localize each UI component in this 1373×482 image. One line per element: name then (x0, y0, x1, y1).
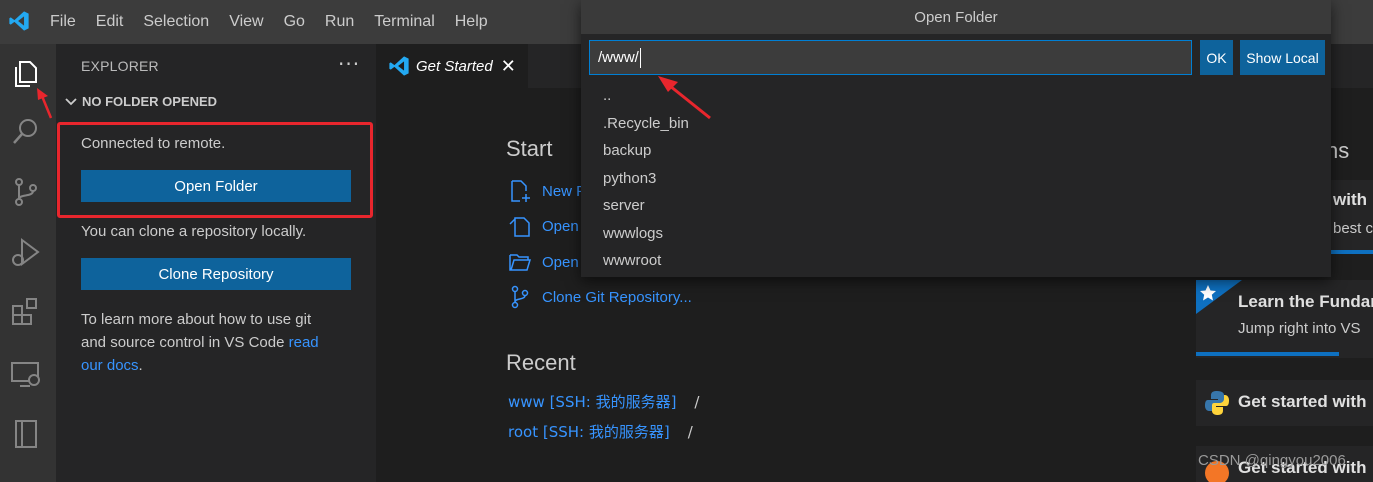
start-item-label: Clone Git Repository... (542, 288, 692, 306)
list-item[interactable]: server (581, 192, 1331, 220)
more-actions-icon[interactable]: ··· (338, 52, 360, 76)
list-item[interactable]: python3 (581, 165, 1331, 193)
clone-repository-button[interactable]: Clone Repository (81, 258, 351, 290)
extensions-icon[interactable] (8, 294, 44, 330)
ok-button[interactable]: OK (1200, 40, 1233, 75)
input-value: /www/ (598, 49, 639, 66)
python-icon (1205, 391, 1229, 415)
tab-label: Get Started (416, 57, 493, 75)
star-badge-icon (1196, 280, 1242, 314)
chevron-down-icon (65, 97, 77, 105)
recent-item[interactable]: root [SSH: 我的服务器] / (508, 421, 693, 442)
annotation-arrow-icon (658, 76, 711, 120)
folder-icon (509, 254, 532, 271)
recent-path: / (694, 393, 700, 411)
notebook-icon[interactable] (8, 416, 44, 452)
no-folder-section[interactable]: NO FOLDER OPENED (64, 94, 217, 109)
show-local-button[interactable]: Show Local (1240, 40, 1325, 75)
start-new-file[interactable]: New F (508, 178, 585, 204)
tab-get-started[interactable]: Get Started ✕ (376, 44, 528, 88)
menu-bar: File Edit Selection View Go Run Terminal… (40, 0, 498, 44)
text-cursor (639, 47, 641, 68)
walkthrough-desc: Jump right into VS (1238, 320, 1361, 337)
list-item[interactable]: backup (581, 137, 1331, 165)
recent-path: / (687, 423, 693, 441)
remote-explorer-icon[interactable] (8, 356, 44, 392)
annotation-arrow-icon (37, 88, 53, 119)
menu-selection[interactable]: Selection (133, 13, 219, 31)
start-item-label: New F (542, 182, 586, 200)
start-item-label: Open (542, 217, 579, 235)
dialog-title: Open Folder (581, 0, 1331, 34)
start-open-folder[interactable]: Open (508, 249, 579, 275)
list-item[interactable]: wwwlogs (581, 220, 1331, 248)
recent-name[interactable]: root [SSH: 我的服务器] (508, 423, 670, 441)
new-file-icon (511, 180, 530, 202)
read-link[interactable]: read (289, 334, 319, 351)
walkthrough-title: Get started with (1238, 392, 1367, 411)
menu-help[interactable]: Help (445, 13, 498, 31)
menu-view[interactable]: View (219, 13, 273, 31)
learn-more-text: To learn more about how to use git and s… (81, 308, 361, 377)
recent-item[interactable]: www [SSH: 我的服务器] / (508, 391, 699, 412)
menu-file[interactable]: File (40, 13, 86, 31)
start-open-file[interactable]: Open (508, 213, 579, 239)
walkthrough-desc: best c (1333, 220, 1373, 237)
learn-line-2: and source control in VS Code (81, 334, 289, 351)
section-label: NO FOLDER OPENED (82, 94, 218, 109)
run-debug-icon[interactable] (8, 234, 44, 270)
menu-terminal[interactable]: Terminal (364, 13, 444, 31)
menu-run[interactable]: Run (315, 13, 364, 31)
list-item[interactable]: wwwroot (581, 247, 1331, 275)
folder-path-input[interactable]: /www/ (589, 40, 1192, 75)
walkthrough-title: with (1333, 190, 1367, 209)
source-control-icon[interactable] (8, 174, 44, 210)
close-icon[interactable]: ✕ (501, 56, 516, 77)
vscode-logo-icon (9, 11, 29, 31)
walkthrough-title: Learn the Fundar (1238, 292, 1373, 311)
clone-text: You can clone a repository locally. (81, 223, 307, 240)
open-file-icon (509, 217, 530, 237)
start-clone-repo[interactable]: Clone Git Repository... (508, 284, 692, 310)
recent-name[interactable]: www [SSH: 我的服务器] (508, 393, 676, 411)
start-heading: Start (506, 136, 553, 161)
menu-edit[interactable]: Edit (86, 13, 134, 31)
annotation-box (57, 122, 373, 218)
walkthrough-card[interactable]: Get started with (1196, 380, 1373, 426)
explorer-sidebar: EXPLORER ··· NO FOLDER OPENED Connected … (56, 44, 376, 482)
watermark: CSDN @qingyou2006 (1198, 452, 1346, 469)
our-docs-link[interactable]: our docs (81, 357, 139, 374)
learn-line-1: To learn more about how to use git (81, 311, 312, 328)
menu-go[interactable]: Go (274, 13, 315, 31)
vscode-tab-icon (389, 56, 409, 76)
walkthrough-card[interactable]: Learn the Fundar Jump right into VS (1196, 280, 1373, 358)
git-branch-icon (511, 285, 529, 309)
open-folder-dialog: Open Folder /www/ OK Show Local .. .Recy… (581, 0, 1331, 277)
recent-heading: Recent (506, 350, 576, 375)
walkthrough-progress (1196, 352, 1339, 356)
explorer-title: EXPLORER (81, 58, 159, 74)
start-item-label: Open (542, 253, 579, 271)
learn-period: . (138, 357, 143, 374)
